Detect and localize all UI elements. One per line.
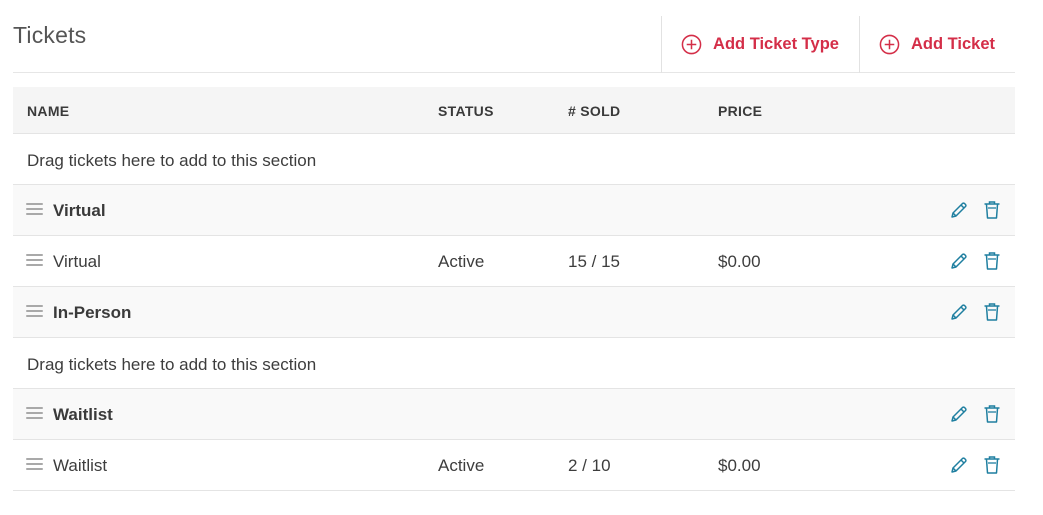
tickets-panel: Tickets Add Ticket Type Add Ticket NAME … bbox=[13, 0, 1015, 491]
pencil-icon[interactable] bbox=[949, 404, 969, 424]
section-row[interactable]: In-Person bbox=[13, 287, 1015, 338]
pencil-icon[interactable] bbox=[949, 455, 969, 475]
drop-zone-message: Drag tickets here to add to this section bbox=[27, 151, 317, 170]
column-header-price: PRICE bbox=[718, 103, 763, 119]
add-ticket-button[interactable]: Add Ticket bbox=[858, 16, 1015, 73]
add-ticket-type-button[interactable]: Add Ticket Type bbox=[661, 16, 859, 73]
section-name: Waitlist bbox=[53, 405, 113, 424]
ticket-sold: 2 / 10 bbox=[568, 456, 611, 475]
trash-icon[interactable] bbox=[983, 455, 1001, 475]
section-row[interactable]: Virtual bbox=[13, 185, 1015, 236]
ticket-price: $0.00 bbox=[718, 456, 761, 475]
page-title: Tickets bbox=[13, 22, 87, 48]
drop-zone[interactable]: Drag tickets here to add to this section bbox=[13, 134, 1015, 185]
drag-handle-icon[interactable] bbox=[26, 203, 43, 216]
ticket-status: Active bbox=[438, 252, 485, 271]
drag-handle-icon[interactable] bbox=[26, 254, 43, 267]
ticket-name: Waitlist bbox=[53, 456, 108, 475]
column-header-status: STATUS bbox=[438, 103, 494, 119]
pencil-icon[interactable] bbox=[949, 302, 969, 322]
drag-handle-icon[interactable] bbox=[26, 407, 43, 420]
drop-zone[interactable]: Drag tickets here to add to this section bbox=[13, 338, 1015, 389]
table-header: NAME STATUS # SOLD PRICE bbox=[13, 87, 1015, 134]
pencil-icon[interactable] bbox=[949, 200, 969, 220]
ticket-name: Virtual bbox=[53, 252, 101, 271]
section-row[interactable]: Waitlist bbox=[13, 389, 1015, 440]
trash-icon[interactable] bbox=[983, 404, 1001, 424]
add-ticket-type-label: Add Ticket Type bbox=[713, 35, 839, 53]
drag-handle-icon[interactable] bbox=[26, 305, 43, 318]
ticket-row[interactable]: Virtual Active 15 / 15 $0.00 bbox=[13, 236, 1015, 287]
section-name: Virtual bbox=[53, 201, 106, 220]
section-name: In-Person bbox=[53, 303, 132, 322]
trash-icon[interactable] bbox=[983, 251, 1001, 271]
drop-zone-message: Drag tickets here to add to this section bbox=[27, 355, 317, 374]
trash-icon[interactable] bbox=[983, 200, 1001, 220]
ticket-status: Active bbox=[438, 456, 485, 475]
drag-handle-icon[interactable] bbox=[26, 458, 43, 471]
column-header-name: NAME bbox=[27, 103, 70, 119]
ticket-row[interactable]: Waitlist Active 2 / 10 $0.00 bbox=[13, 440, 1015, 491]
add-ticket-label: Add Ticket bbox=[910, 35, 995, 53]
plus-circle-icon bbox=[681, 34, 702, 55]
tickets-table: NAME STATUS # SOLD PRICE Drag tickets he… bbox=[13, 87, 1015, 491]
column-header-sold: # SOLD bbox=[568, 103, 621, 119]
plus-circle-icon bbox=[879, 34, 900, 55]
ticket-sold: 15 / 15 bbox=[568, 252, 620, 271]
pencil-icon[interactable] bbox=[949, 251, 969, 271]
trash-icon[interactable] bbox=[983, 302, 1001, 322]
ticket-price: $0.00 bbox=[718, 252, 761, 271]
panel-header: Tickets Add Ticket Type Add Ticket bbox=[13, 0, 1015, 73]
header-actions: Add Ticket Type Add Ticket bbox=[661, 16, 1015, 73]
